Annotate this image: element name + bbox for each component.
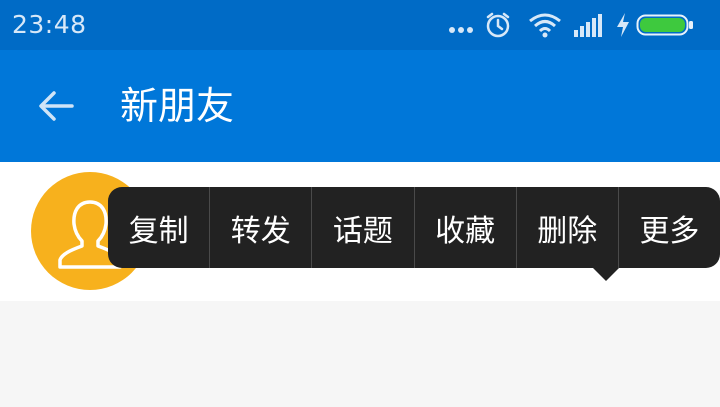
status-time: 23:48	[12, 10, 87, 39]
delete-menu-item[interactable]: 删除	[515, 187, 618, 268]
app-bar: 新朋友	[0, 50, 720, 162]
copy-menu-item[interactable]: 复制	[108, 187, 209, 268]
more-menu-item[interactable]: 更多	[617, 187, 720, 268]
status-icons	[449, 9, 710, 41]
alarm-clock-icon	[486, 12, 510, 38]
message-context-menu: 复制 转发 话题 收藏 删除 更多	[108, 187, 720, 281]
battery-icon	[636, 14, 693, 36]
back-button[interactable]	[36, 86, 76, 126]
page-title: 新朋友	[120, 84, 235, 128]
favorite-menu-item[interactable]: 收藏	[413, 187, 516, 268]
status-bar: 23:48	[0, 0, 720, 50]
back-arrow-icon	[39, 91, 74, 121]
more-dots-icon	[449, 27, 473, 33]
topic-menu-item[interactable]: 话题	[311, 187, 413, 268]
wifi-icon	[529, 13, 561, 38]
forward-menu-item[interactable]: 转发	[209, 187, 311, 268]
charging-bolt-icon	[617, 13, 629, 37]
context-menu-pointer	[593, 268, 619, 281]
signal-icon	[574, 14, 602, 37]
